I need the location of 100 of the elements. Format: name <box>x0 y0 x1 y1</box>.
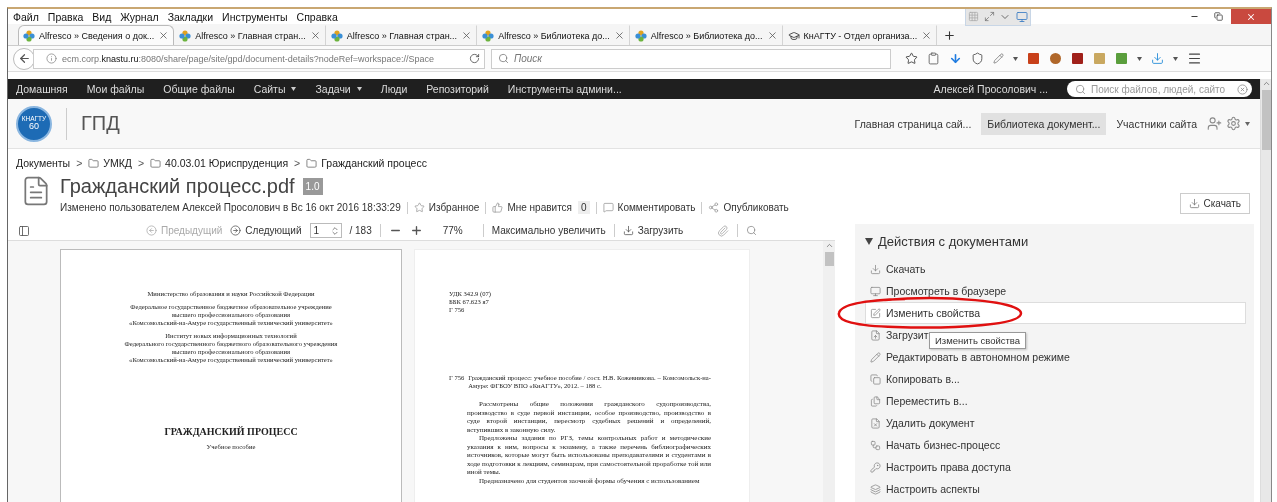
caret-icon <box>1137 56 1142 61</box>
close-tab-icon[interactable] <box>921 30 933 41</box>
download-icon[interactable] <box>1151 52 1164 65</box>
reader-icon[interactable] <box>927 52 940 65</box>
nav-item[interactable]: Инструменты админи... <box>507 83 622 95</box>
modified-info: Изменено пользователем Алексей Просолович в Вс 16 окт 2016 18:33:29 <box>60 202 401 213</box>
clear-icon[interactable] <box>1237 83 1248 95</box>
action-item[interactable]: Переместить в... <box>865 390 969 412</box>
tooltip: Изменить свойства <box>929 332 1027 349</box>
search-icon <box>498 53 509 64</box>
like-count: 0 <box>578 201 590 214</box>
site-nav-item[interactable]: Библиотека документ... <box>981 112 1107 135</box>
nav-item[interactable]: Задачи <box>315 83 362 95</box>
action-item[interactable]: Скачать <box>865 258 927 280</box>
key-icon <box>870 461 881 473</box>
browser-tab[interactable]: Alfresco » Библиотека до... <box>477 25 630 45</box>
action-item[interactable]: Настроить права доступа <box>865 456 1012 478</box>
document-action-link[interactable]: Мне нравится <box>492 202 573 213</box>
page-number-field[interactable]: 1 <box>309 223 342 238</box>
menu-item[interactable]: Справка <box>296 10 338 23</box>
viewer-scrollbar[interactable] <box>823 241 835 502</box>
site-nav-item[interactable]: Участники сайта <box>1110 112 1203 135</box>
monitor-icon[interactable] <box>1015 10 1028 23</box>
action-item[interactable]: Просмотреть в браузере <box>865 280 1008 302</box>
caret-icon <box>1245 121 1250 126</box>
menu-item[interactable]: Вид <box>92 10 112 23</box>
maximize-button[interactable]: Максимально увеличить <box>491 225 606 236</box>
close-tab-icon[interactable] <box>461 30 473 41</box>
caret-icon <box>1173 56 1178 61</box>
download-icon <box>1188 198 1200 209</box>
comment-icon <box>602 202 614 213</box>
breadcrumb-item[interactable]: 40.03.01 Юриспруденция <box>150 157 289 169</box>
close-tab-icon[interactable] <box>158 30 170 41</box>
menu-item[interactable]: Правка <box>47 10 84 23</box>
document-action-link[interactable]: Избранное <box>413 202 480 213</box>
scrollbar-thumb[interactable] <box>1261 90 1271 150</box>
menu-item[interactable]: Файл <box>13 10 39 23</box>
close-tab-icon[interactable] <box>766 30 778 41</box>
search-icon[interactable] <box>746 225 758 236</box>
document-action-link[interactable]: Комментировать <box>602 202 696 213</box>
menu-item[interactable]: Закладки <box>167 10 214 23</box>
file-x-icon <box>870 417 881 429</box>
close-tab-icon[interactable] <box>309 30 321 41</box>
site-nav-item[interactable]: Главная страница сай... <box>848 112 978 135</box>
page-scrollbar[interactable] <box>1260 79 1271 502</box>
panel-header[interactable]: Действия с документами <box>865 232 1254 250</box>
action-item[interactable]: Загрузит <box>865 324 930 346</box>
browser-tab[interactable]: КнАГТУ - Отдел организа... <box>782 25 938 45</box>
user-menu[interactable]: Алексей Просолович ... <box>933 83 1048 95</box>
document-action-link[interactable]: Опубликовать <box>708 202 789 213</box>
browser-tab[interactable]: Alfresco » Главная стран... <box>174 25 326 45</box>
fullscreen-icon[interactable] <box>983 11 995 22</box>
settings-icon[interactable] <box>1226 116 1241 131</box>
bookmark-star-icon[interactable] <box>905 52 918 65</box>
breadcrumb-item[interactable]: УМКД <box>88 157 132 169</box>
sidebar-toggle-icon[interactable] <box>18 224 30 237</box>
nav-item[interactable]: Домашняя <box>16 83 68 95</box>
download-button[interactable]: Скачать <box>1179 193 1250 214</box>
nav-item[interactable]: Сайты <box>253 83 297 95</box>
user-add-icon[interactable] <box>1207 116 1222 131</box>
menu-item[interactable]: Журнал <box>120 10 159 23</box>
breadcrumb-item[interactable]: Гражданский процесс <box>306 157 427 169</box>
folder-icon <box>150 157 162 169</box>
menu-icon[interactable] <box>1187 51 1202 66</box>
nav-item[interactable]: Общие файлы <box>163 83 235 95</box>
edit-icon <box>870 307 881 319</box>
pencil-icon <box>870 351 881 363</box>
browser-tab[interactable]: Alfresco » Библиотека до... <box>629 25 783 45</box>
download-button[interactable]: Загрузить <box>622 225 684 236</box>
close-icon <box>1246 11 1256 22</box>
action-item[interactable]: Изменить свойства <box>865 302 1246 324</box>
nav-item[interactable]: Люди <box>380 83 408 95</box>
reload-icon[interactable] <box>469 53 480 64</box>
scrollbar-thumb[interactable] <box>824 252 834 266</box>
address-bar[interactable]: ecm.corp.knastu.ru:8080/share/page/site/gpd/document-details?nodeRef=workspace://Space <box>33 48 485 69</box>
breadcrumb-item[interactable]: Документы <box>16 157 71 169</box>
triangle-icon <box>865 237 873 245</box>
action-item[interactable]: Настроить аспекты <box>865 478 981 500</box>
download-arrow-icon[interactable] <box>949 52 962 65</box>
nav-item[interactable]: Мои файлы <box>86 83 145 95</box>
nav-item[interactable]: Репозиторий <box>426 83 489 95</box>
link-icon[interactable] <box>717 224 730 237</box>
action-item[interactable]: Редактировать в автономном режиме <box>865 346 1071 368</box>
menu-item[interactable]: Инструменты <box>222 10 288 23</box>
action-item[interactable]: Копировать в... <box>865 368 961 390</box>
browser-search-field[interactable]: Поиск <box>491 48 891 69</box>
files-icon <box>870 395 881 407</box>
flower-icon <box>330 29 343 42</box>
browser-tab[interactable]: Alfresco » Главная стран... <box>325 25 478 45</box>
document-title: Гражданский процесс.pdf <box>60 175 295 198</box>
scroll-up-icon <box>1261 79 1271 88</box>
close-tab-icon[interactable] <box>613 30 625 41</box>
action-item[interactable]: Начать бизнес-процесс <box>865 434 1002 456</box>
flower-icon <box>634 29 647 42</box>
action-item[interactable]: Удалить документ <box>865 412 976 434</box>
graduation-cap-icon <box>787 29 800 42</box>
back-button[interactable] <box>13 47 35 70</box>
zoom-in-icon[interactable] <box>409 224 423 237</box>
browser-tab[interactable]: Alfresco » Сведения о док... <box>18 25 175 45</box>
next-page-button[interactable]: Следующий <box>230 225 302 236</box>
